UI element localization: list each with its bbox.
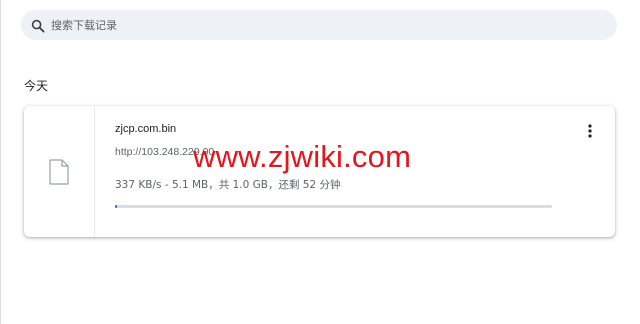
download-progress-bar [115,205,552,208]
watermark-text: www.zjwiki.com [193,139,412,174]
search-icon [31,18,45,33]
download-status: 337 KB/s - 5.1 MB，共 1.0 GB，还剩 52 分钟 [115,179,341,191]
more-vert-icon [588,123,592,138]
download-progress-fill [115,205,118,208]
search-input[interactable] [51,15,591,35]
more-actions-button[interactable] [580,120,600,140]
file-name-link[interactable]: zjcp.com.bin [115,123,176,135]
section-title-today: 今天 [24,79,49,93]
file-icon [49,158,69,185]
file-icon-area [24,106,95,237]
search-bar[interactable] [21,10,617,40]
